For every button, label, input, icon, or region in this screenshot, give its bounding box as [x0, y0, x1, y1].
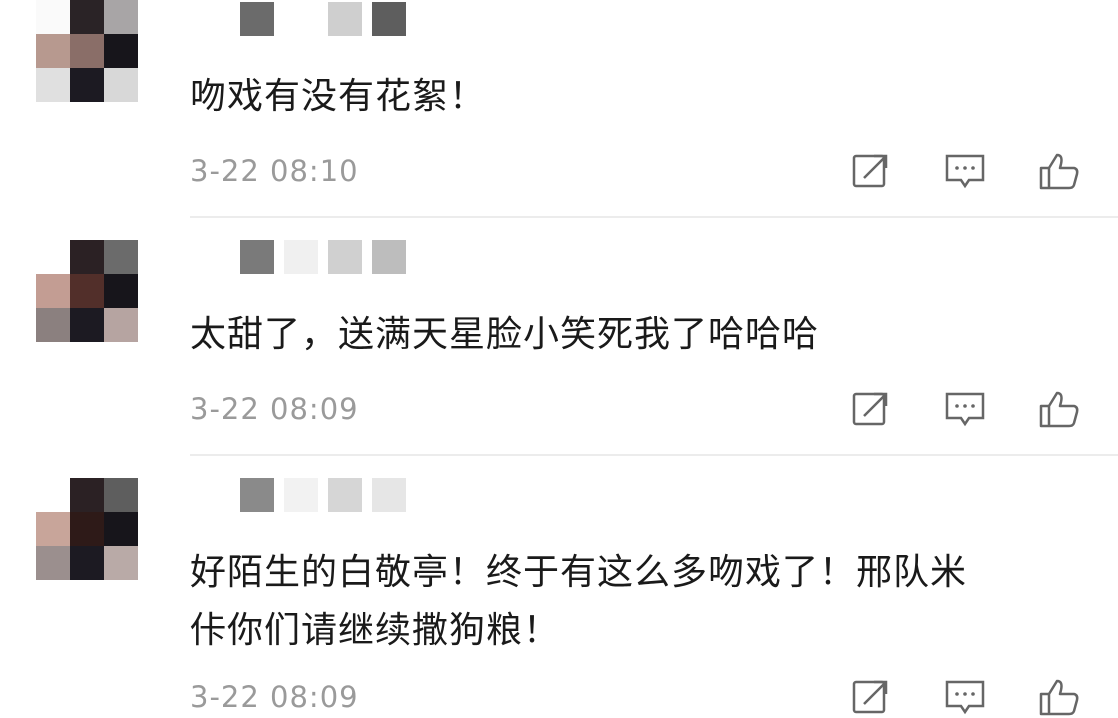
- avatar[interactable]: [36, 240, 138, 342]
- comment-text: 吻戏有没有花絮！: [190, 76, 487, 117]
- comment-text: 好陌生的白敬亭！终于有这么多吻戏了！邢队米 佧你们请继续撒狗粮！: [190, 552, 968, 651]
- comment-timestamp: 3-22 08:09: [190, 680, 359, 714]
- divider: [190, 454, 1118, 456]
- share-icon[interactable]: [850, 152, 892, 190]
- share-icon[interactable]: [850, 390, 892, 428]
- comment-text: 太甜了，送满天星脸小笑死我了哈哈哈: [190, 314, 820, 355]
- username-blurred[interactable]: [240, 478, 406, 512]
- comment-timestamp: 3-22 08:10: [190, 154, 359, 188]
- divider: [190, 216, 1118, 218]
- comment-icon[interactable]: [944, 152, 986, 190]
- thumbs-up-icon[interactable]: [1038, 152, 1080, 190]
- share-icon[interactable]: [850, 678, 892, 716]
- username-blurred[interactable]: [240, 2, 406, 36]
- comment-icon[interactable]: [944, 678, 986, 716]
- username-blurred[interactable]: [240, 240, 406, 274]
- thumbs-up-icon[interactable]: [1038, 678, 1080, 716]
- comment-timestamp: 3-22 08:09: [190, 392, 359, 426]
- comment-icon[interactable]: [944, 390, 986, 428]
- avatar[interactable]: [36, 478, 138, 580]
- thumbs-up-icon[interactable]: [1038, 390, 1080, 428]
- avatar[interactable]: [36, 0, 138, 102]
